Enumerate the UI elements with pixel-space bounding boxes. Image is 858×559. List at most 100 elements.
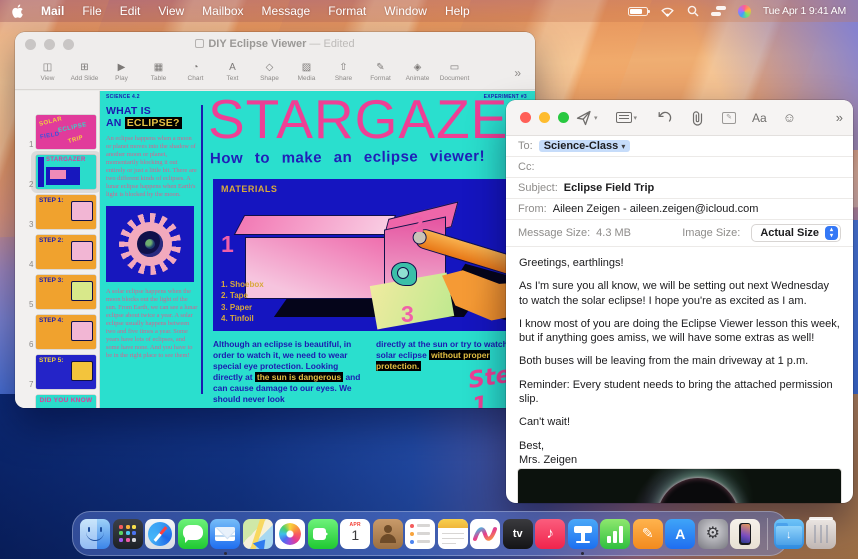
dock-iphone-mirroring-icon[interactable] (730, 519, 760, 549)
dock-settings-icon[interactable]: ⚙ (698, 519, 728, 549)
dock-maps-icon[interactable] (243, 519, 273, 549)
menu-app-name[interactable]: Mail (41, 4, 64, 18)
siri-icon[interactable] (738, 5, 751, 18)
emoji-button[interactable]: ☺ (783, 110, 796, 125)
menu-bar-clock[interactable]: Tue Apr 1 9:41 AM (763, 5, 846, 17)
keynote-window-title: DIY Eclipse Viewer — Edited (15, 38, 535, 50)
slide-4-thumbnail[interactable]: STEP 2: (36, 235, 96, 269)
slide-thumb-3[interactable]: 3 STEP 1: (15, 193, 100, 233)
send-button[interactable] (576, 110, 592, 126)
media-icon: ▨ (288, 63, 325, 73)
view-button[interactable]: ◫View (29, 63, 66, 82)
dock-reminders-icon[interactable] (405, 519, 435, 549)
dock-photos-icon[interactable] (275, 519, 305, 549)
to-field[interactable]: To: Science-Class ▾ (506, 136, 853, 157)
send-options-chevron-icon[interactable]: ▾ (594, 114, 598, 122)
menu-message[interactable]: Message (262, 4, 311, 18)
menu-file[interactable]: File (82, 4, 101, 18)
minimize-button[interactable] (539, 112, 550, 123)
slide-1-thumbnail[interactable]: SOLAR ECLIPSE FIELD TRIP (36, 115, 96, 149)
dock-mail-icon[interactable] (210, 519, 240, 549)
dock-finder-icon[interactable] (80, 519, 110, 549)
dock-appstore-icon[interactable]: A (665, 519, 695, 549)
document-button[interactable]: ▭Document (436, 63, 473, 82)
slide-thumb-6[interactable]: 6 STEP 4: (15, 313, 100, 353)
header-fields-chevron-icon[interactable]: ▾ (634, 114, 638, 122)
play-button[interactable]: ▶Play (103, 63, 140, 82)
image-size-select[interactable]: Actual Size ▴▾ (751, 224, 841, 242)
mail-toolbar[interactable]: ▾ ▾ ✎ Aa ☺ » (506, 100, 853, 136)
table-button[interactable]: ▦Table (140, 63, 177, 82)
toolbar-overflow-chevron[interactable]: » (514, 66, 521, 80)
slide-8-thumbnail[interactable]: DID YOU KNOW (36, 395, 96, 408)
wifi-icon[interactable] (660, 6, 675, 17)
menu-mailbox[interactable]: Mailbox (202, 4, 243, 18)
slide-thumb-2[interactable]: 2 STARGAZER (15, 153, 100, 193)
dock-pages-icon[interactable]: ✎ (633, 519, 663, 549)
dock-contacts-icon[interactable] (373, 519, 403, 549)
animate-button[interactable]: ◈Animate (399, 63, 436, 82)
format-button[interactable]: Aa (752, 111, 767, 125)
search-icon[interactable] (687, 5, 699, 17)
eclipse-photo-attachment[interactable] (518, 469, 841, 503)
chart-button[interactable]: ◔Chart (177, 63, 214, 82)
slide-7-thumbnail[interactable]: STEP 5: (36, 355, 96, 389)
dock-downloads-icon[interactable]: ↓ (774, 519, 804, 549)
stepper-icon: ▴▾ (825, 226, 838, 240)
dock-tv-icon[interactable]: tv (503, 519, 533, 549)
subject-field[interactable]: Subject: Eclipse Field Trip (506, 178, 853, 199)
dock-numbers-icon[interactable] (600, 519, 630, 549)
slide-thumb-7[interactable]: 7 STEP 5: (15, 353, 100, 393)
dock-notes-icon[interactable] (438, 519, 468, 549)
text-button[interactable]: AText (214, 63, 251, 82)
menu-help[interactable]: Help (445, 4, 470, 18)
menu-format[interactable]: Format (328, 4, 366, 18)
slide-2-thumbnail[interactable]: STARGAZER (36, 155, 96, 189)
dock-safari-icon[interactable] (145, 519, 175, 549)
slide-thumb-4[interactable]: 4 STEP 2: (15, 233, 100, 273)
slide-5-thumbnail[interactable]: STEP 3: (36, 275, 96, 309)
dock-trash-icon[interactable] (806, 519, 836, 549)
document-proxy-icon[interactable] (195, 39, 204, 48)
dock-messages-icon[interactable] (178, 519, 208, 549)
slide-thumb-1[interactable]: 1 SOLAR ECLIPSE FIELD TRIP (15, 113, 100, 153)
slide-navigator[interactable]: 1 SOLAR ECLIPSE FIELD TRIP 2 STARGAZER (15, 91, 100, 408)
dock-freeform-icon[interactable] (470, 519, 500, 549)
mail-toolbar-overflow[interactable]: » (836, 110, 843, 125)
message-body[interactable]: Greetings, earthlings! As I'm sure you a… (506, 247, 853, 467)
undo-button[interactable] (657, 110, 672, 125)
slide-thumb-5[interactable]: 5 STEP 3: (15, 273, 100, 313)
battery-icon[interactable] (628, 7, 648, 16)
menu-edit[interactable]: Edit (120, 4, 141, 18)
slide-3-thumbnail[interactable]: STEP 1: (36, 195, 96, 229)
danger-highlight: the sun is dangerous (255, 372, 343, 382)
add-slide-button[interactable]: ⊞Add Slide (66, 63, 103, 82)
dock-calendar-icon[interactable]: APR1 (340, 519, 370, 549)
slide-thumb-8[interactable]: DID YOU KNOW (15, 393, 100, 408)
slide-canvas[interactable]: SCIENCE 4.2 EXPERIMENT #3 WHAT IS AN ECL… (100, 91, 535, 408)
close-button[interactable] (520, 112, 531, 123)
cc-field[interactable]: Cc: (506, 157, 853, 178)
dock-music-icon[interactable]: ♪ (535, 519, 565, 549)
attach-button[interactable] (690, 110, 704, 126)
keynote-titlebar[interactable]: DIY Eclipse Viewer — Edited (15, 32, 535, 56)
control-center-icon[interactable] (711, 6, 726, 16)
recipient-token[interactable]: Science-Class ▾ (539, 140, 631, 152)
apple-menu-icon[interactable] (12, 4, 25, 19)
dock-launchpad-icon[interactable] (113, 519, 143, 549)
slide-6-thumbnail[interactable]: STEP 4: (36, 315, 96, 349)
media-button[interactable]: ▨Media (288, 63, 325, 82)
menu-window[interactable]: Window (384, 4, 427, 18)
header-fields-button[interactable] (616, 112, 632, 123)
token-chevron-icon[interactable]: ▾ (621, 142, 625, 151)
shape-button[interactable]: ◇Shape (251, 63, 288, 82)
format-button[interactable]: ✎Format (362, 63, 399, 82)
share-button[interactable]: ⇧Share (325, 63, 362, 82)
dock-facetime-icon[interactable] (308, 519, 338, 549)
materials-title: MATERIALS (221, 184, 277, 194)
dock: APR1 tv ♪ ✎ A ⚙ ↓ (72, 511, 788, 556)
markup-button[interactable]: ✎ (722, 112, 736, 124)
dock-keynote-icon[interactable] (568, 519, 598, 549)
menu-view[interactable]: View (158, 4, 184, 18)
from-field[interactable]: From: Aileen Zeigen - aileen.zeigen@iclo… (506, 199, 853, 220)
